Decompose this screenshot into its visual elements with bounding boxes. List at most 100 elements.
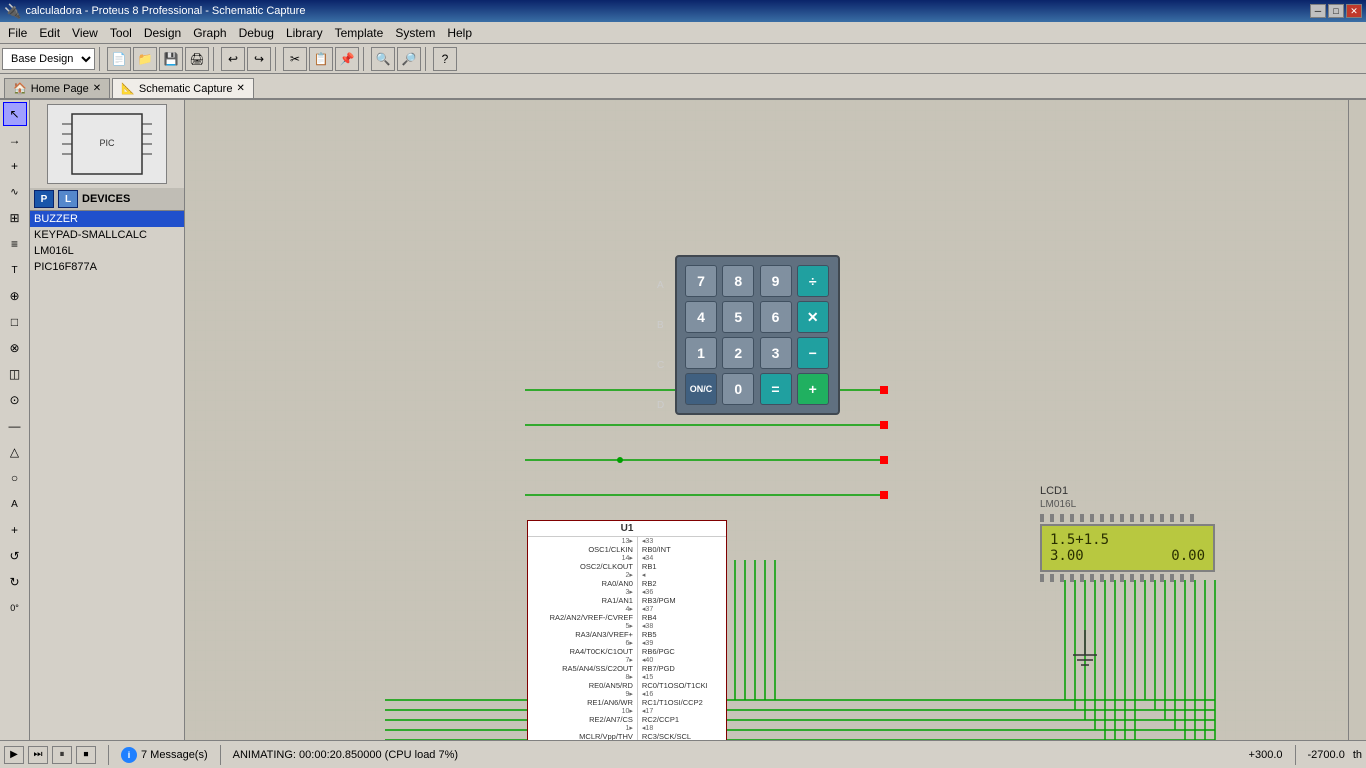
lcd-label: LCD1 [1040, 485, 1215, 497]
lcd-pin-b13 [1160, 574, 1164, 582]
lcd-pin-12 [1150, 514, 1154, 522]
canvas-area[interactable]: U1 13▸ OSC1/CLKIN ◂33 RB0/INT 14▸ [185, 100, 1366, 740]
key-8[interactable]: 8 [722, 265, 754, 297]
sidebar-tool-line[interactable]: — [3, 414, 27, 438]
zoom-out-btn[interactable]: 🔎 [397, 47, 421, 71]
menu-item-edit[interactable]: Edit [33, 24, 66, 42]
minimize-button[interactable]: ─ [1310, 4, 1326, 18]
menu-item-template[interactable]: Template [329, 24, 390, 42]
sidebar-tool-junction[interactable]: + [3, 154, 27, 178]
menu-item-debug[interactable]: Debug [233, 24, 280, 42]
cut-btn[interactable]: ✂ [283, 47, 307, 71]
tab-schematic-close[interactable]: ✕ [236, 83, 244, 94]
pause-button[interactable]: ⏸ [52, 746, 72, 764]
device-item-keypad-smallcalc[interactable]: KEYPAD-SMALLCALC [30, 227, 184, 243]
sidebar-tool-pin[interactable]: → [3, 128, 27, 152]
undo-btn[interactable]: ↩ [221, 47, 245, 71]
sidebar-tool-add[interactable]: + [3, 518, 27, 542]
sidebar-tool-instrument[interactable]: ⊙ [3, 388, 27, 412]
menu-item-library[interactable]: Library [280, 24, 329, 42]
redo-btn[interactable]: ↪ [247, 47, 271, 71]
keypad: A B C D 7 8 9 ÷ 4 5 6 ✕ 1 2 3 − [675, 255, 840, 415]
panel-l-btn[interactable]: L [58, 190, 78, 208]
lcd-pin-b1 [1040, 574, 1044, 582]
sidebar-tool-triangle[interactable]: △ [3, 440, 27, 464]
home-icon: 🏠 [13, 82, 27, 95]
sidebar-tool-script[interactable]: ⊕ [3, 284, 27, 308]
key-subtract[interactable]: − [797, 337, 829, 369]
coord2: -2700.0 [1308, 749, 1345, 761]
close-button[interactable]: ✕ [1346, 4, 1362, 18]
device-item-pic16f877a[interactable]: PIC16F877A [30, 259, 184, 275]
lcd-pin-b10 [1130, 574, 1134, 582]
sidebar-tool-component[interactable]: □ [3, 310, 27, 334]
tab-home-label: Home Page [31, 83, 89, 95]
paste-btn[interactable]: 📌 [335, 47, 359, 71]
key-add[interactable]: + [797, 373, 829, 405]
key-multiply[interactable]: ✕ [797, 301, 829, 333]
device-item-buzzer[interactable]: BUZZER [30, 211, 184, 227]
maximize-button[interactable]: □ [1328, 4, 1344, 18]
step-button[interactable]: ⏭ [28, 746, 48, 764]
lcd-pin-b15 [1180, 574, 1184, 582]
ic-label: U1 [621, 523, 634, 534]
print-btn[interactable]: 🖨 [185, 47, 209, 71]
sidebar-tool-wire[interactable]: ∿ [3, 180, 27, 204]
save-btn[interactable]: 💾 [159, 47, 183, 71]
sidebar-tool-text[interactable]: T [3, 258, 27, 282]
menu-item-view[interactable]: View [66, 24, 104, 42]
key-5[interactable]: 5 [722, 301, 754, 333]
stop-button[interactable]: ⏹ [76, 746, 96, 764]
sep5 [425, 47, 429, 71]
menu-item-design[interactable]: Design [138, 24, 187, 42]
new-btn[interactable]: 📄 [107, 47, 131, 71]
sidebar-tool-graph[interactable]: ◫ [3, 362, 27, 386]
open-btn[interactable]: 📁 [133, 47, 157, 71]
sidebar-tool-bus[interactable]: ⊞ [3, 206, 27, 230]
tab-home-close[interactable]: ✕ [93, 83, 101, 94]
key-7[interactable]: 7 [685, 265, 717, 297]
copy-btn[interactable]: 📋 [309, 47, 333, 71]
sidebar-tool-label[interactable]: ≡ [3, 232, 27, 256]
sidebar-tool-probe[interactable]: ⊗ [3, 336, 27, 360]
lcd-pin-9 [1120, 514, 1124, 522]
menu-item-graph[interactable]: Graph [187, 24, 232, 42]
sidebar-tool-select[interactable]: ↖ [3, 102, 27, 126]
key-divide[interactable]: ÷ [797, 265, 829, 297]
menu-item-tool[interactable]: Tool [104, 24, 138, 42]
th-label: th [1353, 749, 1362, 761]
device-panel-title: DEVICES [82, 193, 130, 205]
sidebar-tool-textdraw[interactable]: A [3, 492, 27, 516]
design-select[interactable]: Base Design [2, 48, 95, 70]
help-btn[interactable]: ? [433, 47, 457, 71]
tab-schematic[interactable]: 📐 Schematic Capture ✕ [112, 78, 254, 98]
sidebar-tool-angle[interactable]: 0° [3, 596, 27, 620]
key-equals[interactable]: = [760, 373, 792, 405]
key-1[interactable]: 1 [685, 337, 717, 369]
key-2[interactable]: 2 [722, 337, 754, 369]
device-item-lm016l[interactable]: LM016L [30, 243, 184, 259]
key-6[interactable]: 6 [760, 301, 792, 333]
sidebar-tool-rotate-cw[interactable]: ↻ [3, 570, 27, 594]
sidebar-tool-circle[interactable]: ○ [3, 466, 27, 490]
panel-p-btn[interactable]: P [34, 190, 54, 208]
key-onc[interactable]: ON/C [685, 373, 717, 405]
schematic-icon: 📐 [121, 82, 135, 95]
key-9[interactable]: 9 [760, 265, 792, 297]
lcd-pin-15 [1180, 514, 1184, 522]
key-4[interactable]: 4 [685, 301, 717, 333]
zoom-in-btn[interactable]: 🔍 [371, 47, 395, 71]
key-3[interactable]: 3 [760, 337, 792, 369]
menu-item-file[interactable]: File [2, 24, 33, 42]
tab-home[interactable]: 🏠 Home Page ✕ [4, 78, 110, 98]
lcd-pin-14 [1170, 514, 1174, 522]
device-panel-header: P L DEVICES [30, 188, 184, 211]
menu-item-system[interactable]: System [389, 24, 441, 42]
keypad-grid: 7 8 9 ÷ 4 5 6 ✕ 1 2 3 − ON/C 0 = + [685, 265, 830, 405]
sidebar-tool-rotate-ccw[interactable]: ↺ [3, 544, 27, 568]
play-button[interactable]: ▶ [4, 746, 24, 764]
key-0[interactable]: 0 [722, 373, 754, 405]
message-count: 7 Message(s) [141, 749, 208, 761]
lcd-screen: 1.5+1.5 3.00 0.00 [1040, 524, 1215, 572]
menu-item-help[interactable]: Help [441, 24, 478, 42]
